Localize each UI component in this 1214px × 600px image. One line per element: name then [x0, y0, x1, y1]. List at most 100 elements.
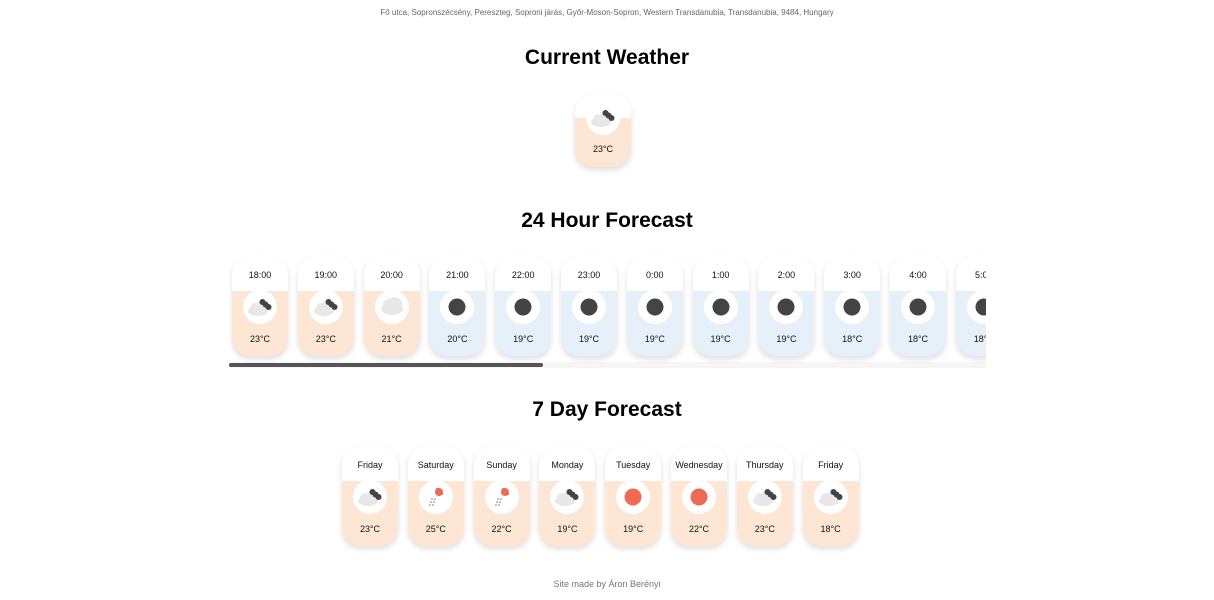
hour-card: 19:00 23°C [297, 256, 354, 356]
hour-label: 5:00 [975, 270, 986, 280]
moon-icon [843, 298, 861, 316]
day-temperature: 22°C [491, 524, 512, 534]
partly-cloudy-icon [752, 489, 777, 506]
moon-icon [712, 298, 730, 316]
moon-icon [448, 298, 466, 316]
day-card: Friday 18°C [802, 446, 859, 546]
sun-icon [624, 488, 642, 506]
hour-card: 22:00 19°C [495, 256, 552, 356]
day-card: Thursday 23°C [736, 446, 793, 546]
hour-card: 0:00 19°C [626, 256, 683, 356]
current-temperature: 23°C [592, 144, 614, 154]
day-card: Sunday 22°C [473, 446, 530, 546]
hour-temperature: 18°C [842, 334, 863, 344]
hourly-forecast-list[interactable]: 18:00 23°C 19:00 23°C 20:00 21°C 21:00 20°C 22:0… [229, 252, 986, 369]
icon-badge [747, 480, 782, 514]
hour-label: 3:00 [843, 270, 861, 280]
hour-label: 19:00 [314, 270, 338, 280]
day-temperature: 23°C [754, 524, 775, 534]
hour-label: 18:00 [248, 270, 272, 280]
hour-temperature: 19°C [578, 334, 600, 344]
sun-icon [690, 488, 708, 506]
hour-temperature: 20°C [447, 334, 468, 344]
hour-label: 21:00 [446, 270, 469, 280]
current-weather-heading: Current Weather [524, 46, 690, 69]
hour-temperature: 19°C [644, 334, 665, 344]
icon-badge [901, 290, 935, 324]
day-card: Tuesday 19°C [605, 446, 662, 546]
moon-icon [580, 298, 598, 316]
hour-temperature: 21°C [381, 334, 402, 344]
day-card: Friday 23°C [342, 446, 398, 546]
hour-label: 23:00 [577, 270, 601, 280]
hour-label: 0:00 [646, 270, 664, 280]
day-temperature: 19°C [557, 524, 578, 534]
sun-rain-icon [428, 488, 443, 506]
day-temperature: 22°C [688, 524, 710, 534]
moon-icon [646, 298, 664, 316]
moon-icon [777, 298, 795, 316]
hourly-scrollbar-thumb[interactable] [229, 363, 543, 367]
icon-badge [966, 290, 986, 324]
icon-badge [550, 480, 585, 514]
hour-label: 4:00 [909, 270, 927, 280]
hourly-track: 18:00 23°C 19:00 23°C 20:00 21°C 21:00 20°C 22:0… [229, 252, 986, 362]
day-temperature: 25°C [425, 524, 446, 534]
icon-badge [637, 290, 672, 324]
partly-cloudy-icon [313, 299, 338, 316]
hour-temperature: 23°C [315, 334, 336, 344]
footer-credit: Site made by Áron Berényi [553, 579, 661, 589]
partly-cloudy-icon [358, 489, 382, 506]
icon-badge [353, 480, 387, 514]
location-address: Fő utca, Sopronszécsény, Pereszteg, Sopr… [380, 8, 834, 17]
day-temperature: 19°C [623, 524, 644, 534]
moon-icon [909, 298, 927, 316]
icon-badge [243, 290, 277, 324]
day-card: Saturday 25°C [407, 446, 464, 546]
day-card: Wednesday 22°C [671, 446, 727, 546]
icon-badge [616, 480, 651, 514]
hourly-forecast-heading: 24 Hour Forecast [521, 209, 693, 232]
icon-badge [682, 480, 716, 514]
hour-temperature: 23°C [249, 334, 271, 344]
day-temperature: 18°C [820, 524, 841, 534]
icon-badge [440, 290, 475, 324]
day-label: Friday [818, 460, 844, 470]
day-card: Monday 19°C [539, 446, 596, 546]
partly-cloudy-icon [591, 110, 615, 127]
icon-badge [308, 290, 343, 324]
hour-card: 23:00 19°C [561, 256, 617, 356]
hour-card: 2:00 19°C [758, 256, 815, 356]
hour-temperature: 18°C [907, 334, 929, 344]
icon-badge [506, 290, 541, 324]
hour-label: 22:00 [511, 270, 535, 280]
cloud-icon [380, 297, 403, 315]
icon-badge [374, 290, 409, 324]
hour-card: 18:00 23°C [232, 256, 288, 356]
partly-cloudy-icon [555, 489, 579, 506]
hour-label: 20:00 [380, 270, 403, 280]
day-label: Saturday [417, 460, 454, 470]
hour-temperature: 19°C [776, 334, 797, 344]
daily-forecast-heading: 7 Day Forecast [532, 398, 682, 421]
partly-cloudy-icon [248, 299, 272, 316]
hour-label: 2:00 [777, 270, 796, 280]
icon-badge [835, 290, 870, 324]
day-temperature: 23°C [359, 524, 381, 534]
hour-card: 4:00 18°C [890, 256, 946, 356]
hour-card: 20:00 21°C [363, 256, 420, 356]
current-weather-card: 23°C [575, 94, 631, 167]
moon-icon [975, 298, 986, 316]
hour-temperature: 19°C [513, 334, 534, 344]
icon-badge [586, 101, 620, 135]
sun-rain-icon [494, 488, 509, 506]
hour-card: 3:00 18°C [824, 256, 881, 356]
hour-card: 21:00 20°C [429, 256, 486, 356]
icon-badge [703, 290, 738, 324]
icon-badge [769, 290, 804, 324]
icon-badge [572, 290, 606, 324]
hour-temperature: 18°C [973, 334, 986, 344]
day-label: Tuesday [616, 460, 651, 470]
partly-cloudy-icon [818, 489, 843, 506]
hour-card: 1:00 19°C [692, 256, 749, 356]
